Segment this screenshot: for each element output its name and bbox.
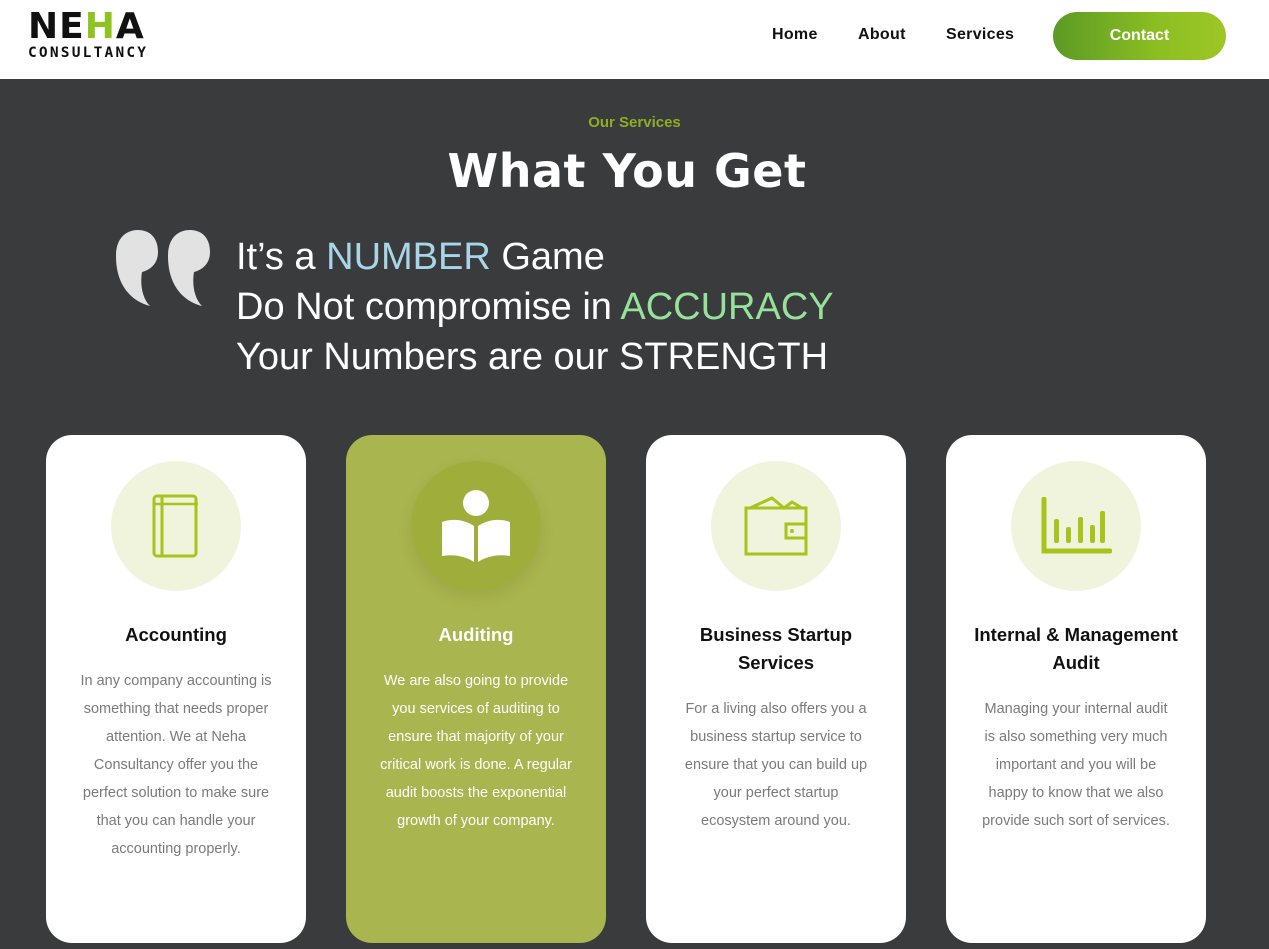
bar-chart-icon [1041, 497, 1112, 554]
service-icon-circle [711, 461, 841, 591]
service-title: Accounting [125, 624, 227, 645]
service-title: Auditing [438, 624, 514, 645]
nav-services[interactable]: Services [946, 26, 1014, 44]
service-icon-circle [1011, 461, 1141, 591]
tagline-line-1: It’s a NUMBER Game [236, 236, 605, 278]
tagline-highlight-accuracy: ACCURACY [620, 286, 834, 328]
service-title: Internal & Management Audit [974, 624, 1178, 673]
section-title: What You Get [447, 144, 807, 198]
book-icon [152, 494, 198, 558]
service-description: We are also going to provide you service… [380, 673, 572, 829]
service-card-auditing[interactable]: Auditing We are also going to provide yo… [346, 435, 606, 943]
reader-book-icon [442, 490, 510, 562]
contact-button[interactable]: Contact [1053, 12, 1226, 60]
site-header: NEHA CONSULTANCY Home About Services Con… [0, 0, 1269, 79]
nav-home[interactable]: Home [772, 26, 818, 44]
brand-logo[interactable]: NEHA CONSULTANCY [28, 6, 188, 62]
tagline-quote: It’s a NUMBER Game Do Not compromise in … [236, 232, 834, 382]
nav-about[interactable]: About [858, 26, 906, 44]
tagline-highlight-number: NUMBER [326, 236, 491, 278]
wallet-icon [744, 496, 808, 556]
service-icon-circle [411, 461, 541, 591]
tagline-line-2: Do Not compromise in ACCURACY [236, 286, 834, 328]
service-description: In any company accounting is something t… [80, 673, 272, 857]
logo-subtitle: CONSULTANCY [28, 45, 149, 61]
quote-icon [116, 230, 210, 306]
logo-wordmark: NEHA [28, 6, 145, 47]
service-description: For a living also offers you a business … [684, 701, 868, 829]
section-eyebrow: Our Services [588, 114, 681, 131]
service-card-business-startup[interactable]: Business Startup Services For a living a… [646, 435, 906, 943]
tagline-line-3: Your Numbers are our STRENGTH [236, 336, 829, 378]
service-icon-circle [111, 461, 241, 591]
service-card-internal-audit[interactable]: Internal & Management Audit Managing you… [946, 435, 1206, 943]
service-card-accounting[interactable]: Accounting In any company accounting is … [46, 435, 306, 943]
service-description: Managing your internal audit is also som… [982, 701, 1170, 829]
service-title: Business Startup Services [699, 624, 853, 673]
